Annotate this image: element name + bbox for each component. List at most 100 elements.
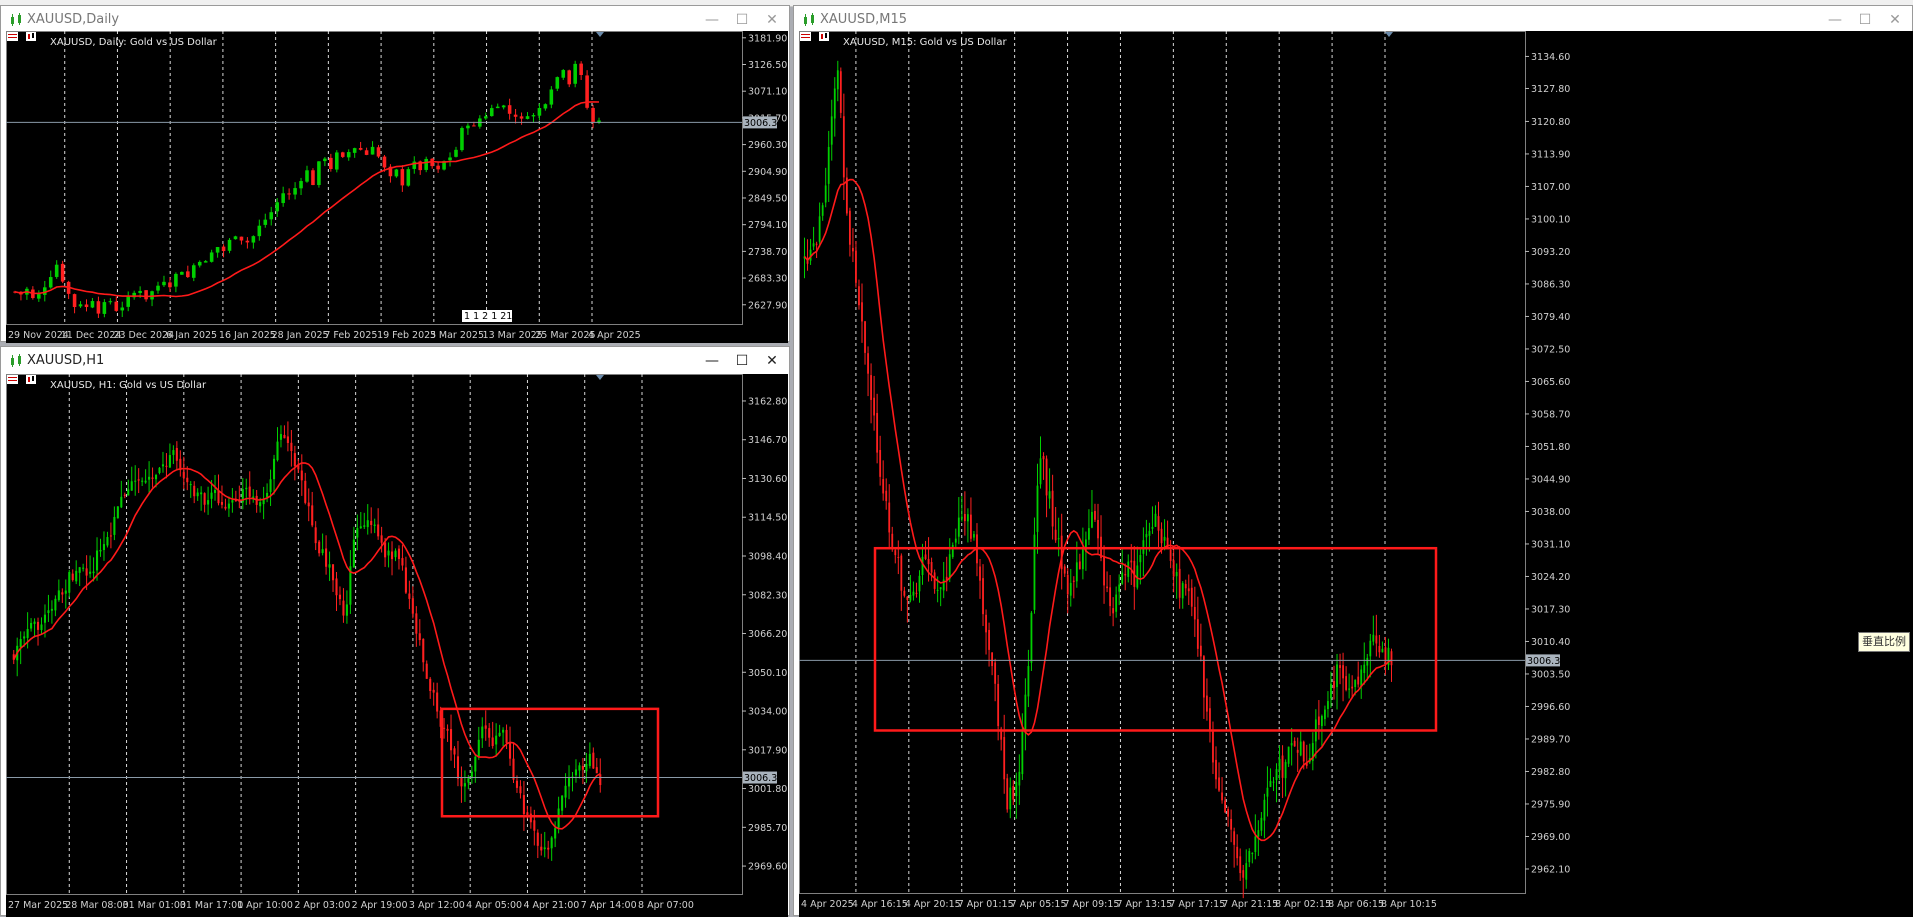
candle-body (1115, 594, 1118, 612)
chart-window-icon (804, 13, 814, 26)
time-axis-label: 8 Apr 06:15 (1328, 899, 1384, 910)
price-axis-label: 3051.80 (1531, 442, 1570, 453)
candlestick-chart[interactable]: 29 Nov 202411 Dec 202423 Dec 20246 Jan 2… (6, 31, 788, 343)
candle-body (888, 502, 891, 533)
candle-body (505, 729, 508, 743)
candle-body (827, 146, 830, 184)
candle-body (144, 290, 148, 300)
chart-menu-icon[interactable] (6, 374, 38, 385)
candle-body (370, 146, 375, 155)
candle-body (239, 236, 244, 241)
candle-body (454, 149, 458, 157)
candle-body (259, 502, 262, 507)
candle-body (37, 294, 41, 299)
candle-body (1209, 708, 1211, 730)
candle-body (376, 147, 381, 157)
candle-body (1275, 769, 1278, 781)
price-axis-label: 3034.00 (748, 707, 787, 718)
candle-body (1354, 679, 1357, 687)
candle-body (151, 477, 154, 479)
time-axis-label: 4 Apr 21:00 (523, 900, 579, 911)
candlestick-chart[interactable]: 4 Apr 20254 Apr 16:154 Apr 20:157 Apr 01… (799, 31, 1913, 917)
price-axis-label: 2904.90 (748, 167, 787, 178)
candle-body (300, 470, 303, 481)
time-axis-label: 4 Apr 20:15 (905, 899, 961, 910)
close-button[interactable]: ✕ (1882, 10, 1908, 30)
candle-body (477, 739, 480, 757)
candle-body (373, 524, 376, 526)
candle-body (1021, 730, 1024, 775)
chart-area[interactable]: 29 Nov 2024 11 Dec 2024 23 Dec 2024 6 Jan 2… (6, 31, 788, 343)
maximize-button[interactable]: ☐ (729, 351, 755, 371)
candle-body (1336, 664, 1338, 688)
candle-body (1072, 580, 1075, 582)
window-titlebar[interactable]: XAUUSD,H1 — ☐ ✕ (1, 347, 789, 375)
candle-body (1199, 645, 1202, 657)
chart-window-h1[interactable]: XAUUSD,H1 — ☐ ✕ 27 Mar 2025 28 Mar 08:00 3… (0, 346, 790, 917)
time-axis-label: 31 Mar 17:00 (180, 900, 243, 911)
candle-body (515, 780, 519, 788)
candle-body (182, 472, 185, 478)
current-price-label: 3006.38 (744, 773, 783, 784)
candle-body (127, 489, 130, 496)
candle-body (78, 567, 81, 573)
candle-body (1024, 694, 1027, 733)
candle-body (512, 758, 515, 780)
price-axis-label: 3003.50 (1531, 669, 1570, 680)
minimize-button[interactable]: — (699, 351, 725, 371)
candle-body (358, 148, 363, 150)
price-axis-label: 3134.60 (1531, 52, 1570, 63)
candle-body (939, 587, 942, 590)
candle-body (1360, 669, 1363, 687)
candlestick-chart[interactable]: 27 Mar 202528 Mar 08:0031 Mar 01:0031 Ma… (6, 374, 788, 917)
close-button[interactable]: ✕ (759, 351, 785, 371)
maximize-button[interactable]: ☐ (729, 10, 755, 30)
window-titlebar[interactable]: XAUUSD,M15 — ☐ ✕ (794, 6, 1912, 34)
chart-menu-icon[interactable] (799, 31, 831, 42)
candle-body (1157, 516, 1160, 531)
candle-body (1212, 731, 1214, 763)
candle-body (1345, 676, 1348, 690)
candle-body (1009, 787, 1012, 810)
candle-body (957, 517, 960, 537)
candle-body (231, 500, 234, 503)
candle-body (526, 812, 529, 816)
candle-body (299, 181, 303, 189)
chart-caption: XAUUSD, H1: Gold vs US Dollar (50, 380, 207, 391)
candle-body (894, 550, 897, 556)
candle-body (991, 652, 994, 667)
candle-body (466, 125, 470, 129)
candle-body (394, 169, 399, 177)
minimize-button[interactable]: — (1822, 10, 1848, 30)
candle-body (1320, 715, 1323, 727)
candle-body (48, 277, 53, 288)
candle-body (114, 301, 119, 311)
candle-body (906, 596, 909, 600)
candle-body (311, 170, 315, 186)
candle-body (281, 193, 285, 204)
time-axis-label: 8 Apr 10:15 (1381, 899, 1437, 910)
candle-body (900, 555, 903, 591)
candle-body (293, 453, 296, 467)
maximize-button[interactable]: ☐ (1852, 10, 1878, 30)
chart-area[interactable]: 4 Apr 2025 4 Apr 16:15 4 Apr 20:15 7 Apr 01… (799, 31, 1913, 917)
chart-window-daily[interactable]: XAUUSD,Daily — ☐ ✕ 29 Nov 2024 11 Dec 202… (0, 5, 790, 343)
candle-body (429, 678, 432, 692)
close-button[interactable]: ✕ (759, 10, 785, 30)
chart-window-m15[interactable]: XAUUSD,M15 — ☐ ✕ 4 Apr 2025 4 Apr 16:15 4 … (793, 5, 1913, 917)
candle-body (19, 639, 22, 648)
minimize-button[interactable]: — (699, 10, 725, 30)
window-titlebar[interactable]: XAUUSD,Daily — ☐ ✕ (1, 6, 789, 34)
candle-body (275, 202, 279, 212)
chart-area[interactable]: 27 Mar 2025 28 Mar 08:00 31 Mar 01:00 31 Ma… (6, 374, 788, 917)
candle-body (165, 465, 168, 467)
time-axis-label: 28 Jan 2025 (272, 330, 329, 341)
candle-body (909, 594, 912, 601)
candle-body (519, 116, 524, 119)
time-axis-label: 27 Mar 2025 (8, 900, 68, 911)
candle-body (61, 592, 64, 595)
candle-body (321, 549, 324, 554)
candle-body (581, 765, 584, 770)
chart-menu-icon[interactable] (6, 31, 38, 42)
candle-body (1351, 686, 1354, 689)
